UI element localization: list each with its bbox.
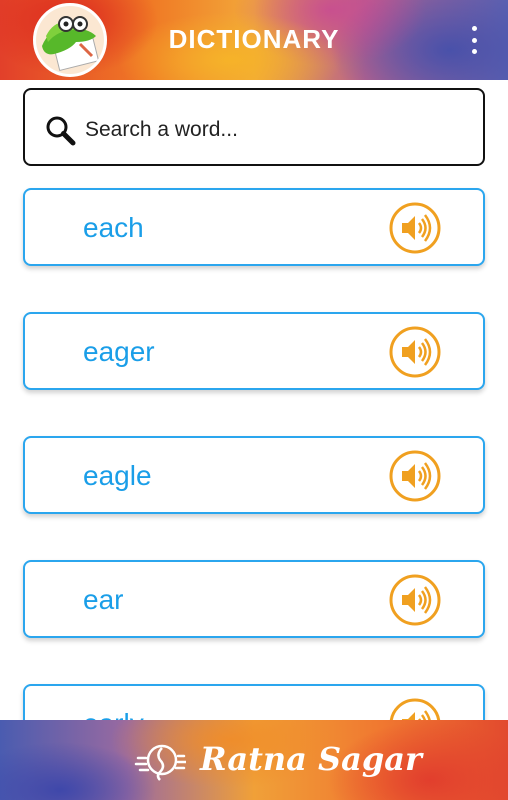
speaker-icon[interactable] <box>389 698 441 720</box>
word-label: eagle <box>83 460 152 491</box>
word-item-eager[interactable]: eager <box>23 312 485 390</box>
search-input[interactable]: Search a word... <box>23 88 485 166</box>
word-label: each <box>83 212 144 243</box>
brand-name: Ratna Sagar <box>200 740 422 778</box>
word-item-eagle[interactable]: eagle <box>23 436 485 514</box>
word-label: early <box>83 708 144 720</box>
speaker-icon[interactable] <box>389 202 441 254</box>
speaker-icon[interactable] <box>389 574 441 626</box>
word-item-early[interactable]: early <box>23 684 485 720</box>
seahorse-logo-icon <box>134 744 186 781</box>
speaker-icon[interactable] <box>389 450 441 502</box>
page-title: DICTIONARY <box>168 24 340 54</box>
more-vert-icon[interactable] <box>462 26 486 54</box>
app-header: DICTIONARY <box>0 0 508 80</box>
word-item-each[interactable]: each <box>23 188 485 266</box>
speaker-icon[interactable] <box>389 326 441 378</box>
word-label: ear <box>83 584 124 615</box>
word-list[interactable]: each eager eagle ear <box>0 166 508 720</box>
search-icon <box>46 116 76 146</box>
brand-footer: Ratna Sagar <box>0 720 508 800</box>
word-label: eager <box>83 336 155 367</box>
word-item-ear[interactable]: ear <box>23 560 485 638</box>
search-placeholder: Search a word... <box>85 118 238 141</box>
